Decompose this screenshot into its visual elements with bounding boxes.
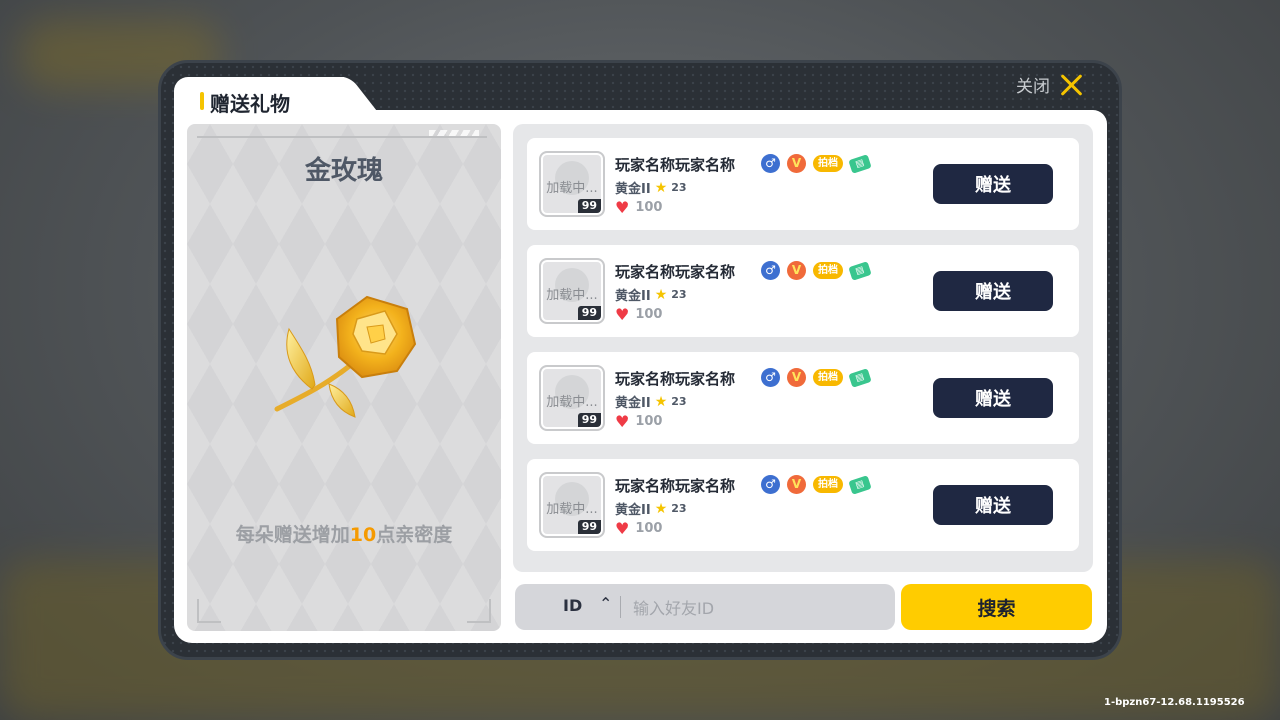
player-rank: 黄金II ★ 23 <box>615 285 687 305</box>
star-count: 23 <box>671 502 687 515</box>
build-info: 1-bpzn67-12.68.1195526 <box>1104 697 1245 708</box>
card-decoration <box>429 130 479 136</box>
level-badge: 99 <box>577 413 601 427</box>
divider <box>620 596 621 618</box>
heart-icon: ♥ <box>615 412 630 431</box>
list-item: 加载中... 99 玩家名称玩家名称 ♂ V 拍档 ▤ 黄金II ★ 23 ♥ … <box>527 245 1079 337</box>
star-count: 23 <box>671 288 687 301</box>
rank-label: 黄金II <box>615 503 651 518</box>
dialog-title: 赠送礼物 <box>210 92 290 116</box>
star-icon: ★ <box>654 286 668 303</box>
player-rank: 黄金II ★ 23 <box>615 392 687 412</box>
intimacy: ♥ 100 <box>615 519 662 538</box>
male-icon: ♂ <box>761 475 780 494</box>
money-icon: ▤ <box>848 260 872 281</box>
list-item: 加载中... 99 玩家名称玩家名称 ♂ V 拍档 ▤ 黄金II ★ 23 ♥ … <box>527 459 1079 551</box>
money-icon: ▤ <box>848 153 872 174</box>
avatar[interactable]: 加载中... 99 <box>539 365 605 431</box>
gift-desc-suffix: 点亲密度 <box>376 524 453 546</box>
male-icon: ♂ <box>761 261 780 280</box>
heart-icon: ♥ <box>615 198 630 217</box>
player-name: 玩家名称玩家名称 <box>615 263 736 281</box>
star-icon: ★ <box>654 179 668 196</box>
star-count: 23 <box>671 395 687 408</box>
avatar-loading-text: 加载中... <box>546 288 598 303</box>
search-type-select[interactable]: ID <box>563 596 582 615</box>
close-label: 关闭 <box>1016 77 1050 97</box>
player-badges: ♂ V 拍档 ▤ <box>761 367 872 388</box>
card-decoration <box>467 599 491 623</box>
male-icon: ♂ <box>761 368 780 387</box>
friend-list[interactable]: 加载中... 99 玩家名称玩家名称 ♂ V 拍档 ▤ 黄金II ★ 23 ♥ … <box>513 124 1093 572</box>
player-name: 玩家名称玩家名称 <box>615 477 736 495</box>
list-item: 加载中... 99 玩家名称玩家名称 ♂ V 拍档 ▤ 黄金II ★ 23 ♥ … <box>527 352 1079 444</box>
intimacy: ♥ 100 <box>615 198 662 217</box>
gift-description: 每朵赠送增加10点亲密度 <box>187 520 501 547</box>
close-button[interactable]: 关闭 <box>1016 72 1084 97</box>
star-icon: ★ <box>654 393 668 410</box>
male-icon: ♂ <box>761 154 780 173</box>
avatar-loading-text: 加载中... <box>546 502 598 517</box>
avatar[interactable]: 加载中... 99 <box>539 151 605 217</box>
intimacy: ♥ 100 <box>615 412 662 431</box>
partner-tag: 拍档 <box>813 369 843 386</box>
rank-label: 黄金II <box>615 289 651 304</box>
avatar[interactable]: 加载中... 99 <box>539 258 605 324</box>
player-rank: 黄金II ★ 23 <box>615 499 687 519</box>
send-button[interactable]: 赠送 <box>933 485 1053 525</box>
intimacy-value: 100 <box>635 307 663 322</box>
friend-id-input[interactable] <box>631 593 885 623</box>
avatar-loading-text: 加载中... <box>546 181 598 196</box>
gift-card: 金玫瑰 每朵赠送增加10点亲密度 <box>187 124 501 631</box>
title-accent <box>200 92 204 110</box>
level-badge: 99 <box>577 520 601 534</box>
send-button[interactable]: 赠送 <box>933 271 1053 311</box>
card-decoration <box>197 599 221 623</box>
intimacy: ♥ 100 <box>615 305 662 324</box>
partner-tag: 拍档 <box>813 476 843 493</box>
send-button[interactable]: 赠送 <box>933 378 1053 418</box>
golden-rose-image <box>274 295 417 418</box>
level-badge: 99 <box>577 306 601 320</box>
send-button[interactable]: 赠送 <box>933 164 1053 204</box>
player-badges: ♂ V 拍档 ▤ <box>761 153 872 174</box>
partner-tag: 拍档 <box>813 155 843 172</box>
intimacy-value: 100 <box>635 200 663 215</box>
level-badge: 99 <box>577 199 601 213</box>
intimacy-value: 100 <box>635 414 663 429</box>
gift-desc-prefix: 每朵赠送增加 <box>235 524 350 546</box>
gift-desc-value: 10 <box>349 524 377 546</box>
avatar-loading-text: 加载中... <box>546 395 598 410</box>
money-icon: ▤ <box>848 367 872 388</box>
rank-label: 黄金II <box>615 182 651 197</box>
heart-icon: ♥ <box>615 519 630 538</box>
player-name: 玩家名称玩家名称 <box>615 156 736 174</box>
vip-icon: V <box>787 368 806 387</box>
heart-icon: ♥ <box>615 305 630 324</box>
star-count: 23 <box>671 181 687 194</box>
player-badges: ♂ V 拍档 ▤ <box>761 260 872 281</box>
close-icon[interactable] <box>1060 73 1084 97</box>
list-item: 加载中... 99 玩家名称玩家名称 ♂ V 拍档 ▤ 黄金II ★ 23 ♥ … <box>527 138 1079 230</box>
vip-icon: V <box>787 475 806 494</box>
gift-name: 金玫瑰 <box>304 156 383 186</box>
search-bar: ID ⌃ <box>515 584 895 630</box>
vip-icon: V <box>787 154 806 173</box>
search-button[interactable]: 搜索 <box>901 584 1092 630</box>
caret-up-icon[interactable]: ⌃ <box>599 594 612 613</box>
vip-icon: V <box>787 261 806 280</box>
money-icon: ▤ <box>848 474 872 495</box>
star-icon: ★ <box>654 500 668 517</box>
rank-label: 黄金II <box>615 396 651 411</box>
player-badges: ♂ V 拍档 ▤ <box>761 474 872 495</box>
intimacy-value: 100 <box>635 521 663 536</box>
partner-tag: 拍档 <box>813 262 843 279</box>
avatar[interactable]: 加载中... 99 <box>539 472 605 538</box>
player-name: 玩家名称玩家名称 <box>615 370 736 388</box>
player-rank: 黄金II ★ 23 <box>615 178 687 198</box>
